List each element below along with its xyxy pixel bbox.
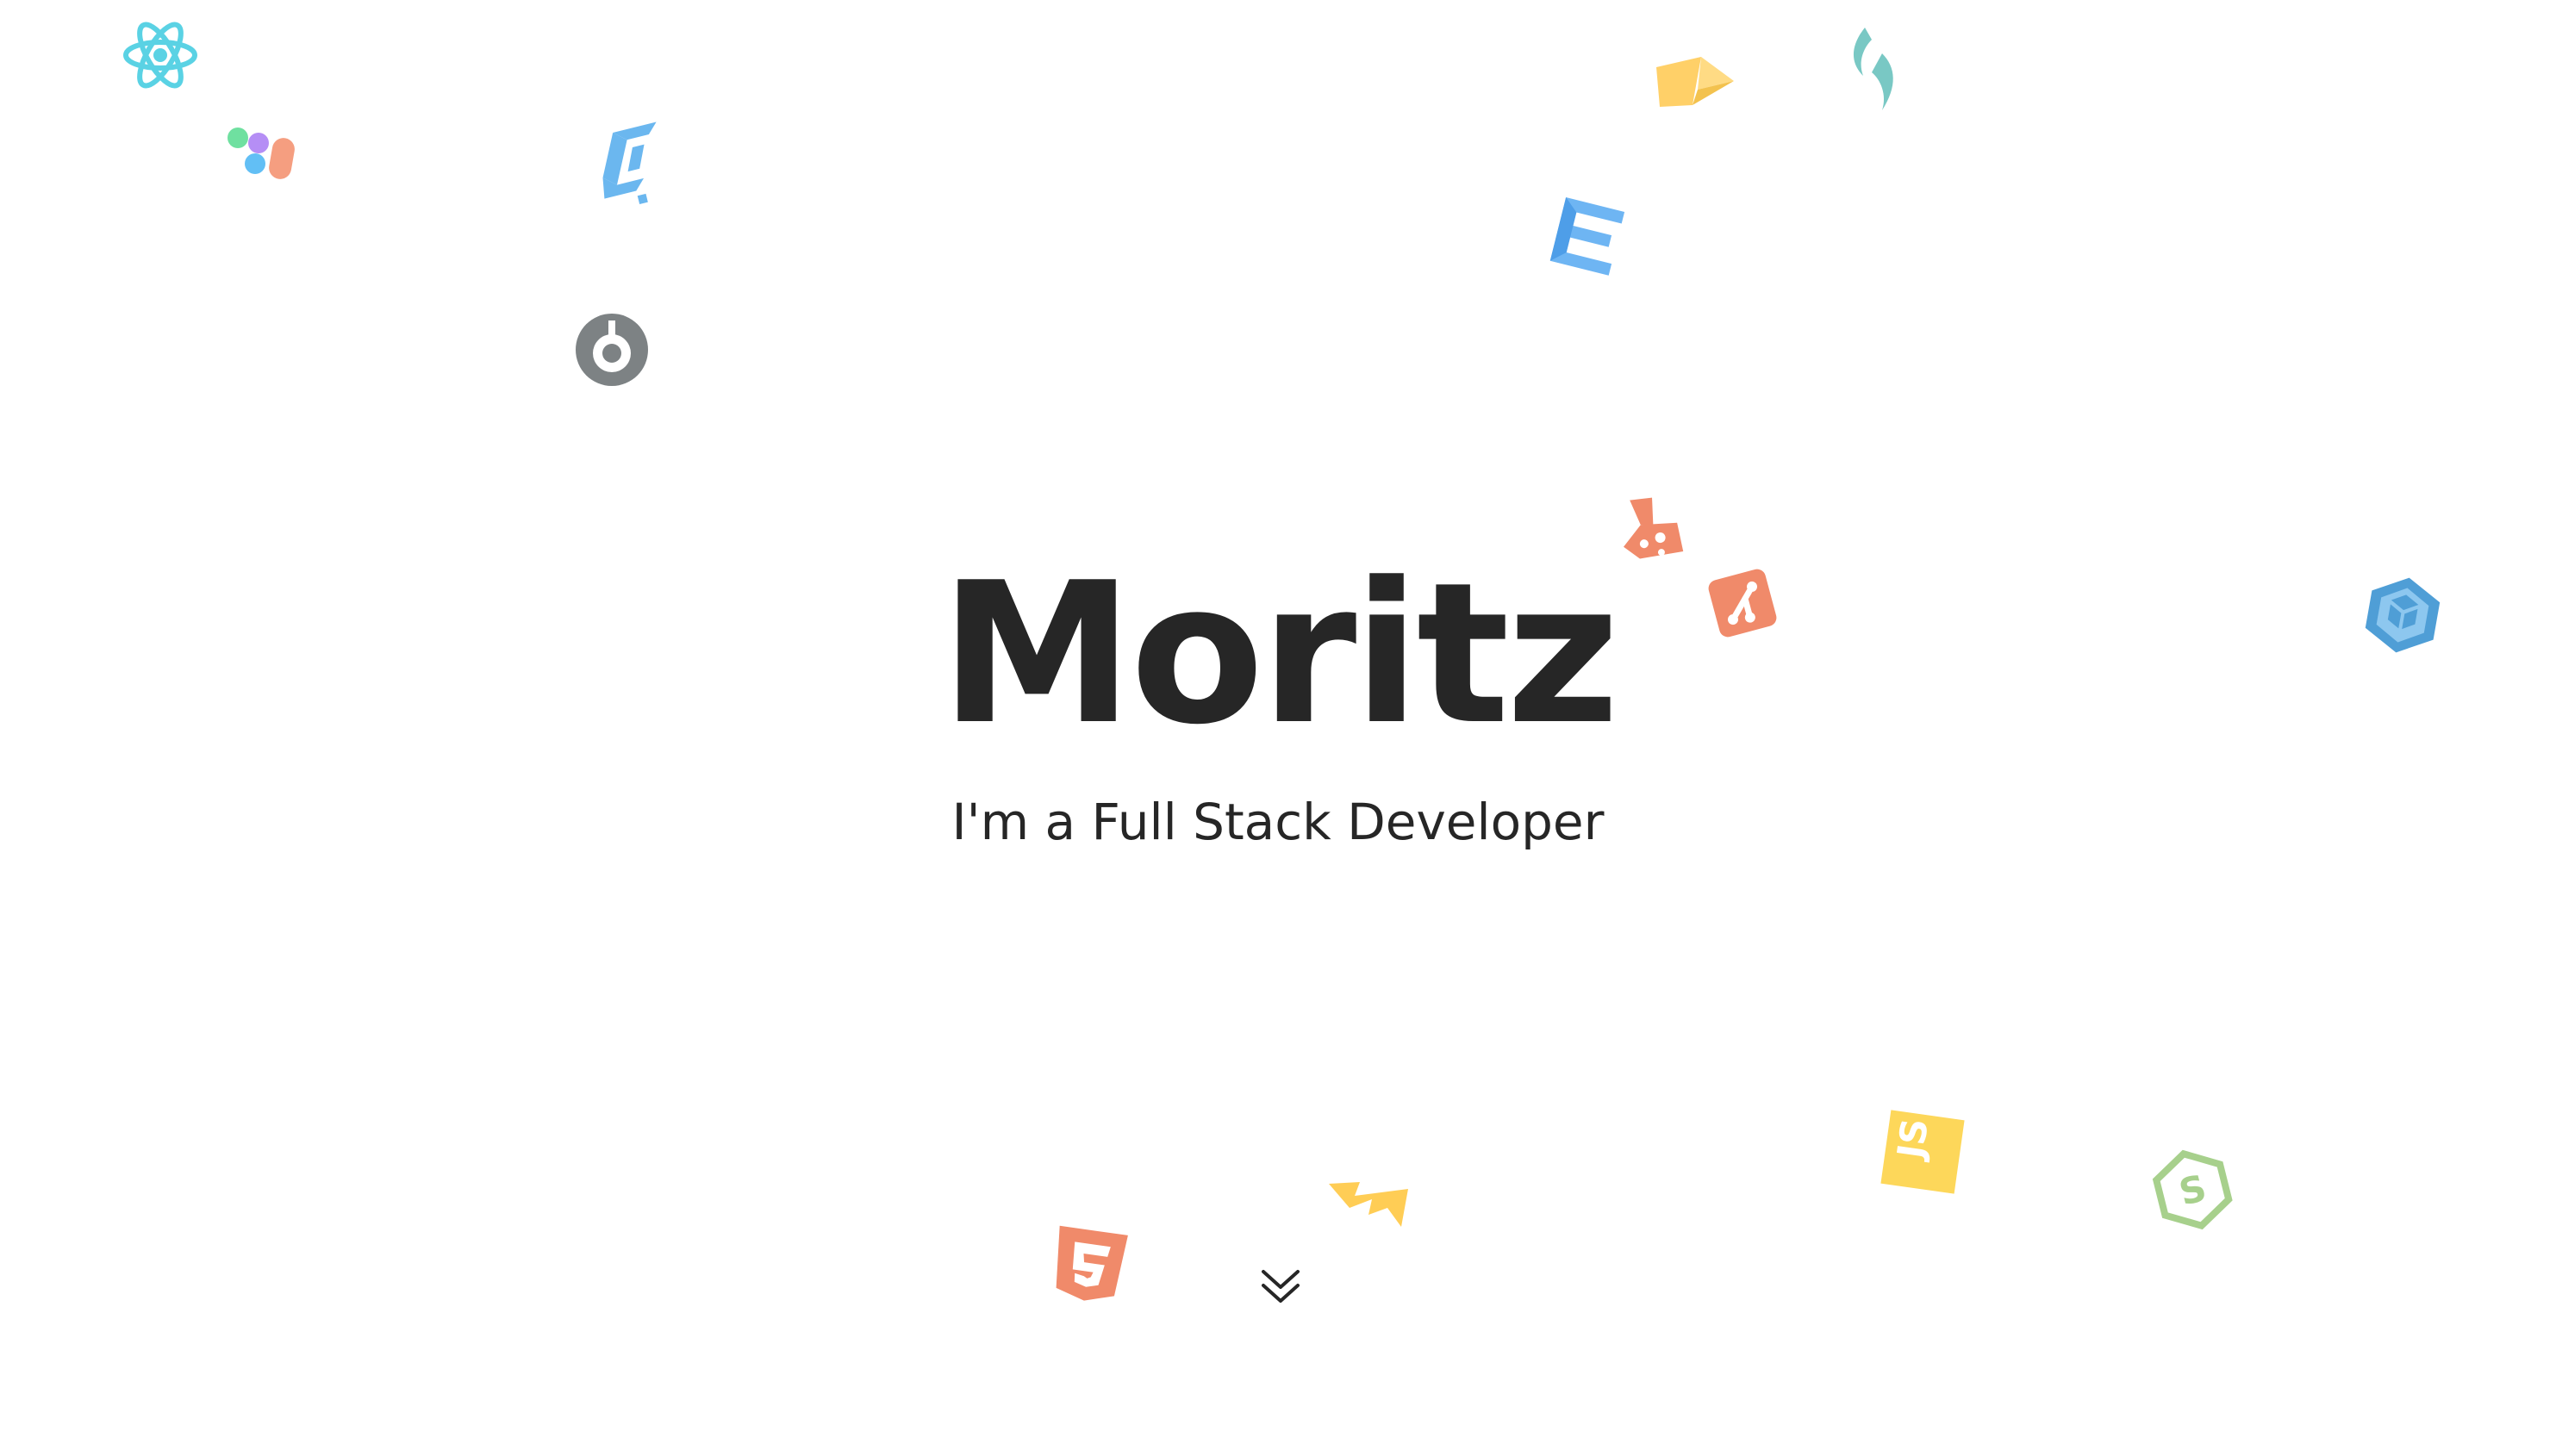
svg-text:JS: JS <box>1889 1116 1936 1163</box>
hero-name: Moritz <box>939 541 1620 768</box>
css3-icon <box>1549 197 1625 276</box>
tailwind-icon <box>1853 28 1893 110</box>
nodejs-icon: S <box>2152 1149 2233 1230</box>
react-icon <box>123 22 197 89</box>
scroll-down-button[interactable] <box>1256 1263 1305 1311</box>
hero-tagline: I'm a Full Stack Developer <box>951 793 1605 851</box>
double-chevron-down-icon <box>1262 1270 1300 1303</box>
webpack-icon <box>602 121 657 204</box>
bolt-icon <box>1329 1182 1408 1227</box>
circleci-icon <box>576 314 648 386</box>
prisma-icon <box>1656 57 1734 107</box>
svg-text:S: S <box>2175 1167 2210 1214</box>
html5-icon <box>1056 1225 1128 1301</box>
hero-section: JS S Moritz I'm a Full Stack Developer <box>0 0 2556 1456</box>
javascript-icon: JS <box>1880 1110 1965 1194</box>
figma-icon <box>228 128 295 179</box>
